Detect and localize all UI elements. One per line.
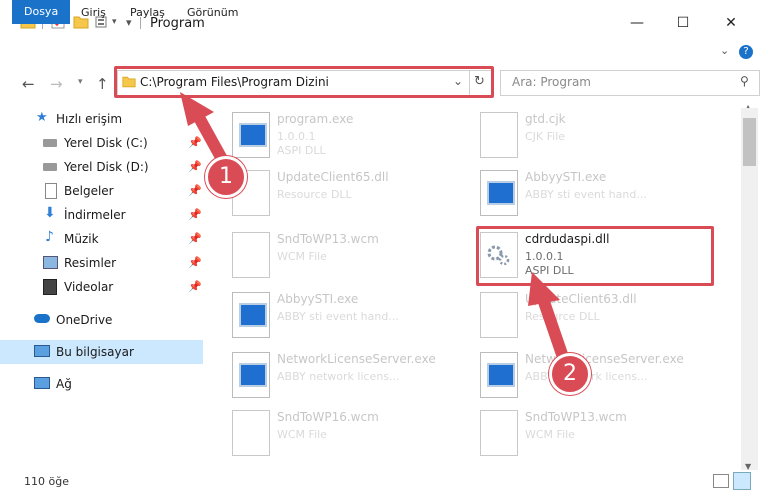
annotation-badge-1: 1 (205, 156, 247, 198)
annotation-arrows (180, 92, 572, 372)
annotation-badge-2: 2 (549, 353, 591, 395)
arrow-1-head (180, 92, 214, 126)
arrow-2-head (528, 272, 560, 306)
